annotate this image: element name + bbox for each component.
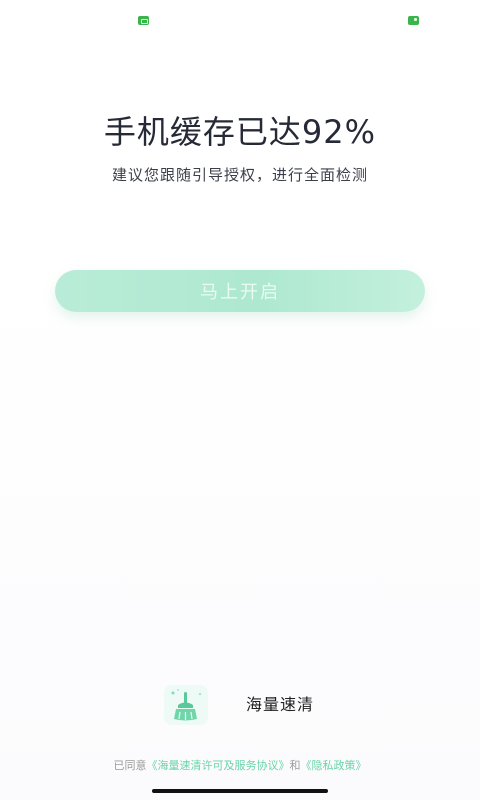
privacy-policy-link[interactable]: 《隐私政策》 bbox=[301, 759, 367, 772]
agreement-prefix: 已同意 bbox=[113, 759, 147, 772]
brand-block: 海量速清 bbox=[164, 685, 364, 725]
start-now-button[interactable]: 马上开启 bbox=[55, 270, 425, 312]
license-agreement-link[interactable]: 《海量速清许可及服务协议》 bbox=[147, 759, 290, 772]
square-status-icon bbox=[138, 16, 149, 25]
splash-page: 手机缓存已达92% 建议您跟随引导授权，进行全面检测 马上开启 海量速清 已同意… bbox=[0, 0, 480, 800]
cache-usage-headline: 手机缓存已达92% bbox=[103, 113, 377, 151]
agreement-conjunction: 和 bbox=[289, 759, 301, 772]
broom-clean-icon bbox=[164, 685, 208, 725]
app-name: 海量速清 bbox=[246, 695, 315, 714]
battery-status-icon bbox=[408, 16, 419, 25]
home-indicator[interactable] bbox=[152, 789, 328, 793]
guidance-subtitle: 建议您跟随引导授权，进行全面检测 bbox=[111, 166, 368, 184]
agreement-text: 已同意《海量速清许可及服务协议》和《隐私政策》 bbox=[0, 758, 480, 774]
